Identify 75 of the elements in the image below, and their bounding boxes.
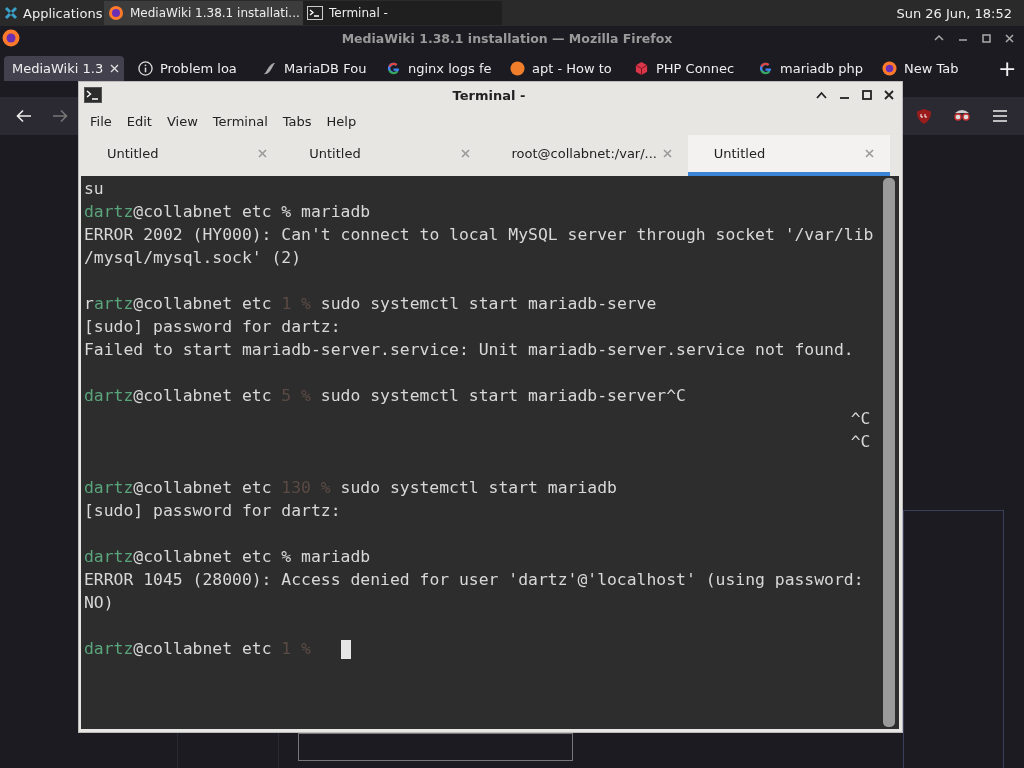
close-icon[interactable]: [1005, 33, 1014, 43]
close-icon[interactable]: [884, 90, 894, 100]
terminal-icon: [84, 87, 102, 103]
terminal-text: @collabnet etc % mariadb: [133, 202, 371, 221]
terminal-text: /mysql/mysql.sock' (2): [84, 248, 302, 267]
menu-item[interactable]: File: [90, 114, 112, 129]
info-icon: [138, 61, 153, 76]
terminal-text: ERROR 2002 (HY000): Can't connect to local MySQL server through socket '/var/lib: [84, 225, 874, 244]
terminal-text: @collabnet etc % mariadb: [133, 547, 371, 566]
maximize-icon[interactable]: [862, 90, 872, 100]
terminal-text: NO): [84, 593, 114, 612]
browser-tab[interactable]: New Tab: [874, 56, 992, 81]
firefox-icon: [882, 61, 897, 76]
clock[interactable]: Sun 26 Jun, 18:52: [896, 5, 1012, 21]
google-icon: [386, 61, 401, 76]
spy-glasses-icon[interactable]: [952, 108, 972, 124]
round-logo-icon: [510, 61, 525, 76]
prompt-user: dartz: [84, 478, 134, 497]
terminal-text: Failed to start mariadb-server.service: Unit mariadb-server.service not found.: [84, 340, 854, 359]
prompt-user: dartz: [84, 386, 134, 405]
back-icon[interactable]: [16, 109, 32, 123]
terminal-text: [sudo] password for dartz:: [84, 501, 341, 520]
browser-tab[interactable]: MariaDB Fou: [254, 56, 372, 81]
menu-item[interactable]: Help: [326, 114, 357, 129]
window-title: MediaWiki 1.38.1 installation — Mozilla Firefox: [340, 30, 674, 46]
terminal-text: @collabnet etc: [133, 639, 272, 658]
applications-menu[interactable]: Applications: [0, 5, 104, 21]
menu-icon[interactable]: [992, 109, 1008, 123]
prompt-user: artz: [93, 294, 134, 313]
terminal-tab[interactable]: Untitled: [81, 135, 284, 176]
browser-tab[interactable]: MediaWiki 1.3: [4, 56, 124, 81]
terminal-text: @collabnet etc: [133, 478, 272, 497]
terminal-text: ^C: [850, 432, 871, 451]
shield-icon[interactable]: [916, 107, 932, 125]
seal-icon: [262, 61, 277, 76]
terminal-text: @collabnet etc: [133, 294, 272, 313]
terminal-text: r: [84, 294, 94, 313]
taskbar-button[interactable]: MediaWiki 1.38.1 installati...: [104, 1, 303, 25]
menu-item[interactable]: Terminal: [212, 114, 268, 129]
apps-icon: [4, 6, 18, 20]
new-tab-button[interactable]: +: [998, 56, 1017, 81]
menu-item[interactable]: Edit: [126, 114, 152, 129]
terminal-text: sudo systemctl start mariadb-serve: [320, 294, 657, 313]
terminal-icon: [307, 5, 323, 21]
prompt-user: dartz: [84, 202, 134, 221]
forward-icon[interactable]: [52, 109, 68, 123]
terminal-tab[interactable]: Untitled: [283, 135, 486, 176]
cube-icon: [634, 61, 649, 76]
maximize-icon[interactable]: [982, 33, 991, 43]
menu-item[interactable]: View: [166, 114, 198, 129]
terminal-text: @collabnet etc: [133, 386, 272, 405]
browser-tab[interactable]: nginx logs fe: [378, 56, 496, 81]
browser-tab[interactable]: Problem loa: [130, 56, 248, 81]
menu-item[interactable]: Tabs: [282, 114, 312, 129]
terminal-text: sudo systemctl start mariadb-server^C: [320, 386, 686, 405]
collapse-icon[interactable]: [934, 34, 944, 42]
terminal-text: ^C: [850, 409, 871, 428]
browser-tab[interactable]: PHP Connec: [626, 56, 744, 81]
collapse-icon[interactable]: [816, 91, 827, 99]
firefox-icon: [108, 5, 124, 21]
window-title: Terminal -: [451, 87, 527, 103]
firefox-icon: [2, 29, 20, 47]
prompt-user: dartz: [84, 639, 134, 658]
terminal-tab[interactable]: root@collabnet:/var/...: [485, 135, 688, 176]
scrollbar[interactable]: [883, 178, 895, 727]
browser-tab[interactable]: apt - How to: [502, 56, 620, 81]
terminal-text: ERROR 1045 (28000): Access denied for user 'dartz'@'localhost' (using password:: [84, 570, 864, 589]
terminal-tab[interactable]: Untitled: [687, 135, 890, 176]
terminal-text: sudo systemctl start mariadb: [340, 478, 617, 497]
terminal-text: [sudo] password for dartz:: [84, 317, 341, 336]
google-icon: [758, 61, 773, 76]
taskbar-button[interactable]: Terminal -: [303, 1, 502, 25]
prompt-user: dartz: [84, 547, 134, 566]
terminal-text: su: [84, 179, 104, 198]
browser-tab[interactable]: mariadb php: [750, 56, 868, 81]
